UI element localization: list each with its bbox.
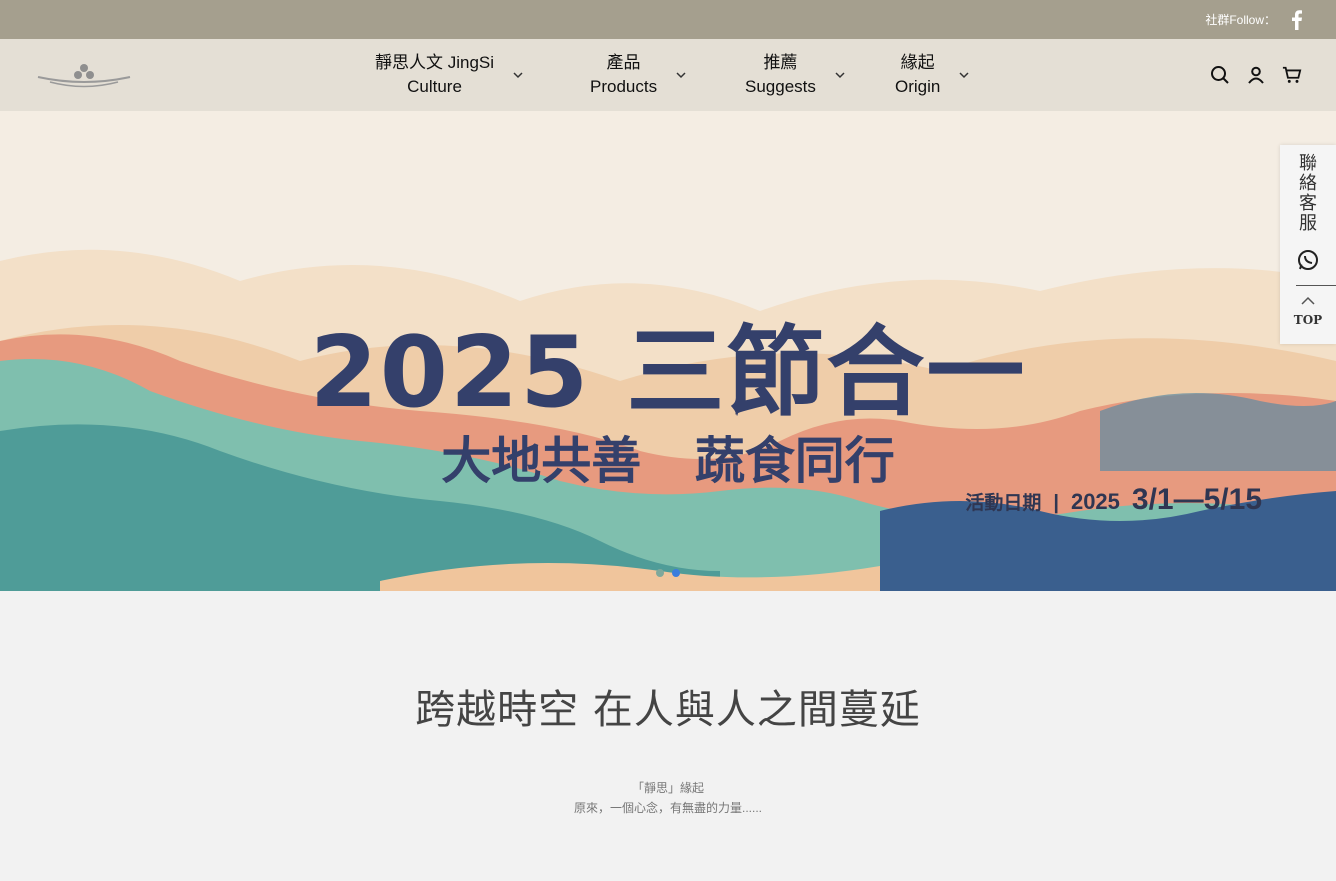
- nav-label: 緣起 Origin: [895, 51, 940, 99]
- nav-label: 產品 Products: [590, 51, 657, 99]
- site-header: 靜思人文 JingSi Culture 產品 Products 推薦 Sugge…: [0, 39, 1336, 111]
- carousel-dot-2[interactable]: [672, 569, 680, 577]
- facebook-icon[interactable]: [1290, 9, 1304, 31]
- nav-label-line2: Products: [590, 77, 658, 96]
- top-bar: 社群Follow：: [0, 0, 1336, 39]
- carousel-dots: [656, 569, 680, 577]
- origin-section: 跨越時空 在人與人之間蔓延 「靜思」緣起 原來，一個心念，有無盡的力量.....…: [0, 677, 1336, 816]
- contact-char: 客: [1299, 193, 1317, 213]
- header-icons: [1210, 39, 1302, 111]
- follow-label: 社群Follow：: [1205, 13, 1276, 27]
- nav-label-line2: Origin: [895, 77, 941, 96]
- banner-date-year: 2025: [1070, 489, 1120, 514]
- back-to-top-button[interactable]: TOP: [1280, 293, 1336, 327]
- search-icon[interactable]: [1210, 65, 1230, 85]
- chevron-down-icon: [513, 72, 523, 79]
- contact-service-button[interactable]: 聯 絡 客 服: [1280, 145, 1336, 233]
- nav-label-line1: 靜思人文 JingSi: [375, 53, 495, 72]
- contact-char: 絡: [1299, 173, 1317, 193]
- nav-label: 靜思人文 JingSi Culture: [375, 51, 494, 99]
- account-icon[interactable]: [1246, 65, 1266, 85]
- nav-label-line1: 產品: [606, 53, 641, 72]
- sidebar-divider: [1296, 285, 1336, 286]
- banner-date-separator: |: [1053, 492, 1059, 514]
- section-description: 原來，一個心念，有無盡的力量......: [573, 801, 762, 815]
- nav-label-line2: Suggests: [745, 77, 816, 96]
- banner-date-range: 3/1—5/15: [1131, 483, 1262, 516]
- section-subtitle: 「靜思」緣起: [631, 781, 704, 795]
- whatsapp-icon[interactable]: [1297, 249, 1319, 271]
- cart-icon[interactable]: [1282, 65, 1302, 85]
- banner-subtitle-right: 蔬食同行: [694, 431, 895, 490]
- section-title: 跨越時空 在人與人之間蔓延: [415, 687, 921, 733]
- nav-item-products[interactable]: 產品 Products: [590, 51, 740, 99]
- banner-date: 活動日期 | 2025 3/1—5/15: [965, 483, 1262, 517]
- banner-title: 2025 三節合一: [309, 316, 1027, 430]
- banner-date-label: 活動日期: [965, 493, 1042, 514]
- chevron-down-icon: [959, 72, 969, 79]
- hero-banner[interactable]: 2025 三節合一 大地共善 蔬食同行 活動日期 | 2025 3/1—5/15: [0, 111, 1336, 591]
- contact-char: 服: [1299, 213, 1317, 233]
- nav-label-line2: Culture: [407, 77, 462, 96]
- floating-sidebar: 聯 絡 客 服 TOP: [1280, 145, 1336, 344]
- site-logo[interactable]: [36, 61, 132, 91]
- chevron-up-icon: [1301, 296, 1315, 305]
- nav-label-line1: 推薦: [763, 53, 798, 72]
- top-label: TOP: [1293, 313, 1323, 327]
- nav-item-jingsi-culture[interactable]: 靜思人文 JingSi Culture: [375, 51, 545, 99]
- chevron-down-icon: [676, 72, 686, 79]
- contact-char: 聯: [1299, 153, 1317, 173]
- main-nav: 靜思人文 JingSi Culture 產品 Products 推薦 Sugge…: [375, 39, 1015, 111]
- carousel-dot-1[interactable]: [656, 569, 664, 577]
- chevron-down-icon: [835, 72, 845, 79]
- nav-item-origin[interactable]: 緣起 Origin: [895, 51, 1015, 99]
- nav-label-line1: 緣起: [900, 53, 935, 72]
- nav-label: 推薦 Suggests: [745, 51, 816, 99]
- nav-item-suggests[interactable]: 推薦 Suggests: [745, 51, 885, 99]
- banner-subtitle-left: 大地共善: [441, 431, 642, 490]
